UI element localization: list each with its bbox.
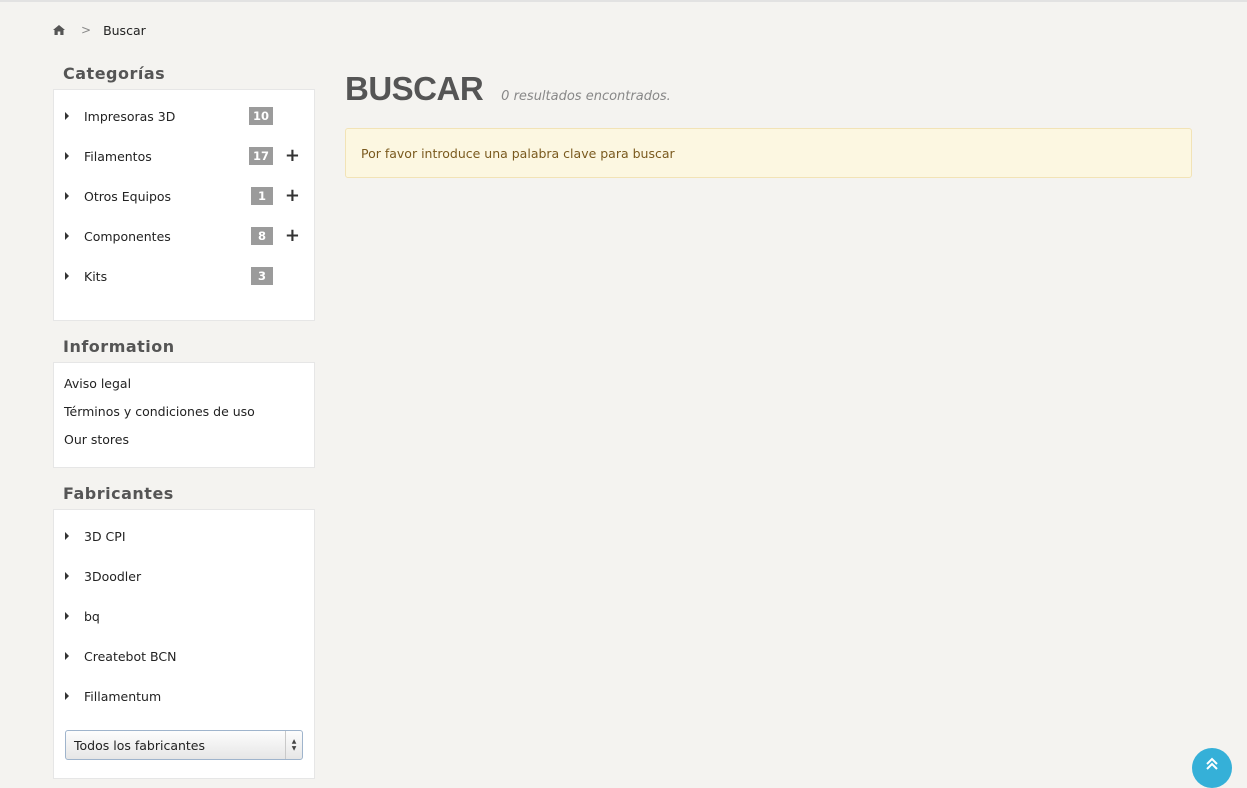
category-item-filamentos[interactable]: Filamentos 17 + xyxy=(54,136,314,176)
manufacturers-block: Fabricantes 3D CPI 3Doodler bq Createbot… xyxy=(53,479,315,779)
double-chevron-up-icon xyxy=(1206,756,1218,788)
manufacturers-list: 3D CPI 3Doodler bq Createbot BCN Fillame… xyxy=(53,509,315,779)
manufacturer-item[interactable]: Fillamentum xyxy=(54,676,314,716)
category-count-badge: 1 xyxy=(251,187,273,205)
category-label[interactable]: Componentes xyxy=(84,229,171,244)
categories-block: Categorías Impresoras 3D 10 Filamentos 1… xyxy=(53,59,315,321)
caret-right-icon xyxy=(65,272,69,280)
information-block: Information Aviso legal Términos y condi… xyxy=(53,332,315,468)
category-item-otros-equipos[interactable]: Otros Equipos 1 + xyxy=(54,176,314,216)
manufacturer-label[interactable]: Fillamentum xyxy=(84,689,161,704)
category-item-kits[interactable]: Kits 3 xyxy=(54,256,314,296)
expand-plus-icon[interactable]: + xyxy=(285,147,300,165)
select-arrows-icon: ▲ ▼ xyxy=(285,731,302,759)
category-item-componentes[interactable]: Componentes 8 + xyxy=(54,216,314,256)
category-count-badge: 8 xyxy=(251,227,273,245)
page-title: BUSCAR xyxy=(345,70,484,107)
manufacturer-label[interactable]: bq xyxy=(84,609,100,624)
manufacturer-label[interactable]: 3D CPI xyxy=(84,529,126,544)
category-label[interactable]: Otros Equipos xyxy=(84,189,171,204)
results-count: 0 resultados encontrados. xyxy=(501,89,671,104)
caret-right-icon xyxy=(65,612,69,620)
manufacturer-select-value: Todos los fabricantes xyxy=(74,737,205,753)
info-link-terminos[interactable]: Términos y condiciones de uso xyxy=(54,398,314,426)
manufacturer-item[interactable]: bq xyxy=(54,596,314,636)
caret-right-icon xyxy=(65,152,69,160)
information-list: Aviso legal Términos y condiciones de us… xyxy=(53,362,315,468)
caret-right-icon xyxy=(65,692,69,700)
manufacturer-label[interactable]: Createbot BCN xyxy=(84,649,176,664)
breadcrumb: > Buscar xyxy=(53,21,146,39)
caret-right-icon xyxy=(65,232,69,240)
category-count-badge: 3 xyxy=(251,267,273,285)
caret-right-icon xyxy=(65,112,69,120)
warning-alert: Por favor introduce una palabra clave pa… xyxy=(345,128,1192,178)
category-label[interactable]: Kits xyxy=(84,269,107,284)
top-border xyxy=(0,0,1247,2)
category-label[interactable]: Impresoras 3D xyxy=(84,109,175,124)
manufacturer-item[interactable]: 3Doodler xyxy=(54,556,314,596)
main-content: BUSCAR 0 resultados encontrados. Por fav… xyxy=(345,70,1192,178)
category-label[interactable]: Filamentos xyxy=(84,149,152,164)
expand-plus-icon[interactable]: + xyxy=(285,227,300,245)
breadcrumb-current: Buscar xyxy=(103,22,146,38)
info-link-our-stores[interactable]: Our stores xyxy=(54,426,314,454)
category-count-badge: 17 xyxy=(248,147,273,165)
page-heading: BUSCAR 0 resultados encontrados. xyxy=(345,70,1192,108)
category-item-impresoras-3d[interactable]: Impresoras 3D 10 xyxy=(54,96,314,136)
caret-right-icon xyxy=(65,192,69,200)
alert-text: Por favor introduce una palabra clave pa… xyxy=(361,145,675,161)
categories-title: Categorías xyxy=(63,64,166,83)
manufacturer-item[interactable]: Createbot BCN xyxy=(54,636,314,676)
home-icon[interactable] xyxy=(53,25,65,35)
manufacturer-select[interactable]: Todos los fabricantes ▲ ▼ xyxy=(65,730,303,760)
category-count-badge: 10 xyxy=(248,107,273,125)
expand-plus-icon[interactable]: + xyxy=(285,187,300,205)
scroll-to-top-button[interactable] xyxy=(1192,748,1232,788)
information-title: Information xyxy=(63,337,175,356)
caret-right-icon xyxy=(65,652,69,660)
manufacturers-title: Fabricantes xyxy=(63,484,174,503)
caret-right-icon xyxy=(65,572,69,580)
manufacturer-item[interactable]: 3D CPI xyxy=(54,516,314,556)
breadcrumb-separator: > xyxy=(81,23,92,37)
categories-list: Impresoras 3D 10 Filamentos 17 + Otros E… xyxy=(53,89,315,321)
caret-right-icon xyxy=(65,532,69,540)
manufacturer-label[interactable]: 3Doodler xyxy=(84,569,141,584)
info-link-aviso-legal[interactable]: Aviso legal xyxy=(54,370,314,398)
